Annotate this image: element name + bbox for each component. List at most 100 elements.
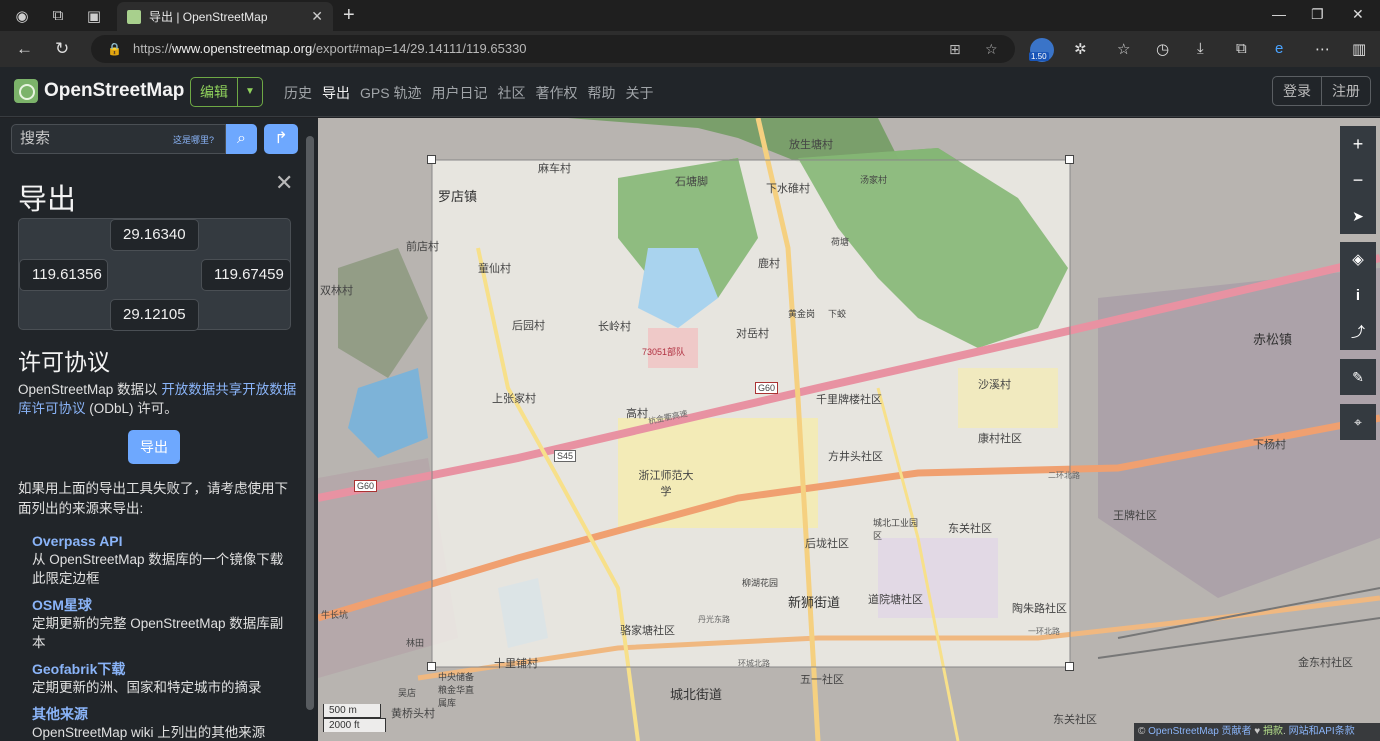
- map-label: 上张家村: [492, 393, 536, 405]
- active-tab[interactable]: 导出 | OpenStreetMap ✕: [117, 2, 333, 31]
- map-view[interactable]: 麻车村 石塘脚 放生塘村 下水碓村 汤家村 罗店镇 前店村 童仙村 荷塘 鹿村 …: [318, 118, 1380, 741]
- terms-link[interactable]: 网站和API条款: [1289, 726, 1355, 737]
- add-note-icon[interactable]: ✎: [1340, 359, 1376, 395]
- locate-icon[interactable]: ➤: [1340, 198, 1376, 234]
- nav-history[interactable]: 历史: [284, 83, 312, 103]
- map-label: 林田: [406, 638, 425, 648]
- scale-imperial: 2000 ft: [323, 718, 386, 732]
- extension-badge-icon[interactable]: 1.50: [1029, 38, 1054, 62]
- tab-actions-icon[interactable]: ▣: [80, 2, 108, 30]
- map-label: 下杨村: [1253, 439, 1286, 451]
- top-nav: 历史 导出 GPS 轨迹 用户日记 社区 著作权 帮助 关于: [284, 83, 653, 103]
- reload-icon[interactable]: ↻: [55, 39, 69, 59]
- signup-button[interactable]: 注册: [1321, 77, 1370, 105]
- favorites-icon[interactable]: ☆: [1117, 40, 1130, 58]
- back-icon[interactable]: ←: [16, 39, 33, 59]
- nav-communities[interactable]: 社区: [497, 83, 525, 103]
- query-features-icon[interactable]: ⌖: [1340, 404, 1376, 440]
- address-input[interactable]: 🔒 https://www.openstreetmap.org/export#m…: [91, 35, 1015, 63]
- layers-icon[interactable]: ◈: [1340, 242, 1376, 278]
- osm-header: OpenStreetMap 编辑 ▼ 历史 导出 GPS 轨迹 用户日记 社区 …: [0, 67, 1380, 117]
- road-label: 一环北路: [1028, 627, 1060, 636]
- sidebar-toggle-icon[interactable]: ▥: [1352, 40, 1366, 58]
- map-label: 高村: [626, 408, 648, 420]
- bbox-handle-ne[interactable]: [1065, 155, 1074, 164]
- zoom-controls: + − ➤: [1340, 126, 1376, 234]
- where-is-this-link[interactable]: 这是哪里?: [173, 133, 214, 146]
- nav-copyright[interactable]: 著作权: [535, 83, 577, 103]
- favorite-star-icon[interactable]: ☆: [985, 35, 998, 63]
- license-text-2: (ODbL) 许可。: [85, 401, 178, 416]
- nav-export[interactable]: 导出: [322, 83, 350, 103]
- maximize-icon[interactable]: ❐: [1311, 6, 1324, 23]
- workspaces-icon[interactable]: ⧉: [44, 2, 72, 30]
- sidebar-scrollbar[interactable]: [306, 136, 314, 710]
- bbox-west-input[interactable]: 119.61356: [19, 259, 108, 291]
- map-label: 五一社区: [800, 674, 844, 686]
- map-label: 赤松镇: [1253, 332, 1293, 347]
- source-title[interactable]: OSM星球: [32, 596, 292, 614]
- bbox-handle-se[interactable]: [1065, 662, 1074, 671]
- profile-avatar[interactable]: ◉: [8, 2, 36, 30]
- map-label: 牛长坑: [321, 610, 349, 620]
- map-label: 黄桥头村: [391, 708, 435, 720]
- source-geofabrik: Geofabrik下载 定期更新的洲、国家和特定城市的摘录: [32, 660, 292, 697]
- bbox-handle-nw[interactable]: [427, 155, 436, 164]
- bbox-north-input[interactable]: 29.16340: [110, 219, 199, 251]
- source-desc: OpenStreetMap wiki 上列出的其他来源: [32, 725, 266, 740]
- source-title[interactable]: 其他来源: [32, 705, 292, 723]
- export-sidebar: 搜索 这是哪里? ⌕ ↱ 导出 ✕ 29.16340 119.61356 119…: [0, 118, 318, 741]
- url-host: www.openstreetmap.org: [172, 41, 313, 56]
- bbox-south-input[interactable]: 29.12105: [110, 299, 199, 331]
- more-menu-icon[interactable]: ⋯: [1315, 40, 1330, 58]
- donate-link[interactable]: 捐款: [1263, 726, 1283, 737]
- nav-user-diaries[interactable]: 用户日记: [431, 83, 487, 103]
- directions-icon[interactable]: ↱: [264, 124, 298, 154]
- extension-badge-text: 1.50: [1029, 52, 1049, 61]
- export-button[interactable]: 导出: [128, 430, 180, 464]
- window-close-icon[interactable]: ✕: [1352, 6, 1364, 23]
- edit-button[interactable]: 编辑: [191, 78, 238, 106]
- road-shield: G60: [354, 480, 378, 492]
- minimize-icon[interactable]: —: [1272, 6, 1286, 22]
- app-available-icon[interactable]: ⊞: [949, 35, 961, 63]
- zoom-in-icon[interactable]: +: [1340, 126, 1376, 162]
- attribution-link[interactable]: OpenStreetMap 贡献者: [1148, 726, 1251, 737]
- map-label: 黄金岗: [788, 309, 816, 319]
- extensions-icon[interactable]: ✲: [1074, 40, 1087, 58]
- close-panel-icon[interactable]: ✕: [275, 170, 293, 196]
- nav-help[interactable]: 帮助: [587, 83, 615, 103]
- new-tab-icon[interactable]: +: [343, 4, 355, 27]
- osm-logo[interactable]: OpenStreetMap: [14, 79, 184, 103]
- bbox-east-input[interactable]: 119.67459: [201, 259, 291, 291]
- map-label: 汤家村: [860, 175, 888, 185]
- login-button[interactable]: 登录: [1273, 77, 1321, 105]
- map-label: 千里牌楼社区: [816, 394, 882, 406]
- query-control: ⌖: [1340, 404, 1376, 440]
- collections-icon[interactable]: ⧉: [1236, 40, 1247, 57]
- search-icon[interactable]: ⌕: [226, 124, 257, 154]
- nav-about[interactable]: 关于: [625, 83, 653, 103]
- edit-dropdown-icon[interactable]: ▼: [238, 78, 262, 106]
- nav-gps-traces[interactable]: GPS 轨迹: [360, 83, 421, 103]
- license-text-1: OpenStreetMap 数据以: [18, 382, 162, 397]
- source-title[interactable]: Geofabrik下载: [32, 660, 292, 678]
- share-icon[interactable]: ⤴: [1340, 314, 1376, 350]
- edge-copilot-icon[interactable]: e: [1275, 40, 1283, 57]
- map-label: 罗店镇: [438, 189, 478, 204]
- map-label: 对岳村: [736, 328, 769, 340]
- note-control: ✎: [1340, 359, 1376, 395]
- downloads-icon[interactable]: ⤓: [1197, 40, 1204, 57]
- map-tools: ◈ i ⤴: [1340, 242, 1376, 350]
- tab-title: 导出 | OpenStreetMap: [149, 10, 268, 24]
- zoom-out-icon[interactable]: −: [1340, 162, 1376, 198]
- history-icon[interactable]: ◷: [1156, 40, 1169, 58]
- map-key-icon[interactable]: i: [1340, 278, 1376, 314]
- tab-close-icon[interactable]: ✕: [311, 8, 323, 25]
- source-title[interactable]: Overpass API: [32, 532, 292, 550]
- bbox-handle-sw[interactable]: [427, 662, 436, 671]
- map-label: 新狮街道: [788, 595, 841, 610]
- attribution-heart: ♥: [1251, 726, 1264, 737]
- road-label: 丹光东路: [698, 615, 730, 624]
- map-label: 鹿村: [758, 258, 780, 270]
